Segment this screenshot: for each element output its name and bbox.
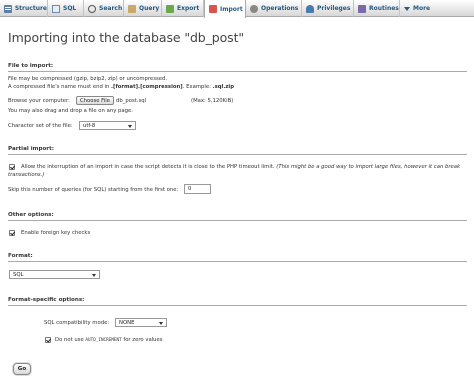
structure-icon bbox=[4, 4, 12, 13]
tab-label: Import bbox=[220, 5, 243, 13]
other-options-legend: Other options: bbox=[8, 212, 54, 218]
divider bbox=[8, 261, 467, 262]
filename-note-prefix: A compressed file's name must end in bbox=[8, 84, 112, 90]
tab-import[interactable]: Import bbox=[204, 0, 246, 18]
filename-example: .sql.zip bbox=[212, 84, 235, 90]
tab-label: SQL bbox=[63, 5, 77, 12]
foreign-key-label: Enable foreign key checks bbox=[21, 230, 91, 236]
auto-increment-label: Do not use AUTO_INCREMENT for zero value… bbox=[55, 337, 163, 343]
sql-icon bbox=[52, 4, 60, 13]
auto-increment-code: AUTO_INCREMENT bbox=[85, 338, 122, 343]
tab-export[interactable]: Export bbox=[162, 0, 204, 17]
allow-interrupt-label: Allow the interruption of an import in c… bbox=[21, 164, 460, 170]
format-value: SQL bbox=[13, 271, 24, 278]
tab-label: Operations bbox=[261, 5, 299, 12]
privileges-icon bbox=[306, 4, 314, 13]
format-specific-legend: Format-specific options: bbox=[8, 297, 85, 303]
filename-format: .[format].[compression] bbox=[111, 84, 183, 90]
compat-mode-select[interactable]: NONE bbox=[115, 318, 167, 327]
operations-icon bbox=[250, 4, 258, 13]
tab-label: Privileges bbox=[317, 5, 351, 12]
routines-icon bbox=[358, 4, 366, 13]
auto-increment-prefix: Do not use bbox=[55, 337, 86, 343]
chosen-file-name: db_post.sql bbox=[116, 98, 147, 104]
tab-routines[interactable]: Routines bbox=[354, 0, 400, 17]
allow-interrupt-note-continued: transactions.) bbox=[8, 172, 44, 178]
tab-search[interactable]: Search bbox=[84, 0, 124, 17]
choose-file-button[interactable]: Choose File bbox=[76, 96, 114, 105]
max-size: (Max: 5,120KiB) bbox=[191, 98, 234, 104]
skip-queries-input[interactable]: 0 bbox=[184, 184, 211, 194]
tab-label: Export bbox=[177, 5, 200, 12]
tab-label: Search bbox=[99, 5, 123, 12]
go-button[interactable]: Go bbox=[13, 363, 31, 375]
skip-queries-label: Skip this number of queries (for SQL) st… bbox=[8, 187, 179, 193]
search-icon bbox=[88, 4, 96, 13]
tab-privileges[interactable]: Privileges bbox=[302, 0, 354, 17]
auto-increment-checkbox[interactable] bbox=[45, 337, 51, 343]
tab-operations[interactable]: Operations bbox=[246, 0, 302, 17]
charset-select[interactable]: utf-8 bbox=[79, 121, 136, 130]
tab-label: More bbox=[413, 5, 431, 12]
filename-note-mid: . Example: bbox=[182, 84, 213, 90]
tab-label: Routines bbox=[369, 5, 399, 12]
compat-mode-label: SQL compatibility mode: bbox=[44, 320, 110, 326]
chevron-down-icon bbox=[92, 274, 96, 277]
compat-mode-value: NONE bbox=[119, 319, 135, 326]
divider bbox=[8, 220, 467, 221]
foreign-key-checkbox[interactable] bbox=[9, 230, 15, 236]
tab-label: Query bbox=[139, 5, 160, 12]
tab-label: Structure bbox=[14, 5, 47, 12]
tab-bar: Structure SQL Search Query Export Import… bbox=[0, 0, 474, 18]
allow-interrupt-note: (This might be a good way to import larg… bbox=[274, 164, 461, 170]
divider bbox=[8, 305, 467, 306]
partial-import-legend: Partial import: bbox=[8, 146, 54, 152]
allow-interrupt-text: Allow the interruption of an import in c… bbox=[21, 164, 275, 170]
chevron-down-icon bbox=[128, 125, 132, 128]
page-title: Importing into the database "db_post" bbox=[8, 30, 245, 45]
charset-label: Character set of the file: bbox=[8, 123, 73, 129]
import-icon bbox=[209, 5, 217, 13]
tab-sql[interactable]: SQL bbox=[48, 0, 84, 17]
chevron-down-icon bbox=[159, 322, 163, 325]
drag-hint: You may also drag and drop a file on any… bbox=[8, 108, 133, 114]
export-icon bbox=[166, 4, 174, 13]
tab-structure[interactable]: Structure bbox=[0, 0, 48, 17]
allow-interrupt-checkbox[interactable] bbox=[9, 164, 15, 170]
charset-value: utf-8 bbox=[83, 122, 96, 129]
query-icon bbox=[128, 4, 136, 13]
divider bbox=[8, 71, 467, 72]
filename-note: A compressed file's name must end in .[f… bbox=[8, 84, 234, 90]
tab-query[interactable]: Query bbox=[124, 0, 162, 17]
divider bbox=[8, 154, 467, 155]
chevron-down-icon bbox=[404, 6, 410, 11]
format-legend: Format: bbox=[8, 253, 33, 259]
allow-interrupt-note-end: transactions.) bbox=[8, 172, 45, 178]
tab-more[interactable]: More bbox=[400, 0, 434, 17]
auto-increment-suffix: for zero values bbox=[121, 337, 163, 343]
file-to-import-legend: File to import: bbox=[8, 63, 54, 69]
format-select[interactable]: SQL bbox=[9, 270, 100, 279]
compression-note: File may be compressed (gzip, bzip2, zip… bbox=[8, 76, 168, 82]
browse-label: Browse your computer: bbox=[8, 98, 70, 104]
